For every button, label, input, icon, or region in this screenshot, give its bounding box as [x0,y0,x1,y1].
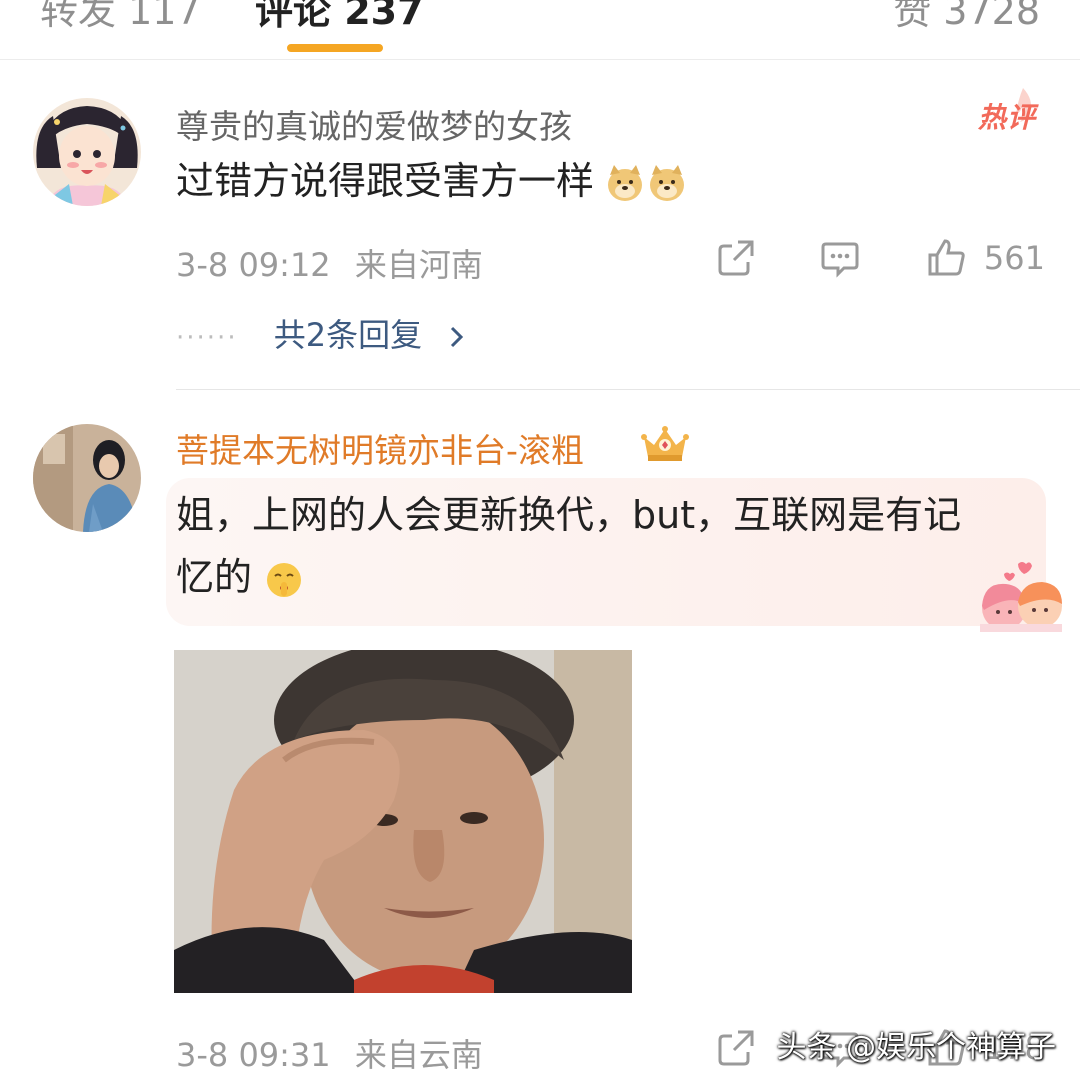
comment-icon [821,242,859,278]
comment-location: 来自云南 [354,1036,483,1074]
comment-image[interactable] [174,650,632,993]
crown-badge-icon [641,426,689,461]
comment-page: 转发 117 评论 237 赞 3728 尊贵的真诚的爱做梦的女孩 热评 过错方… [0,0,1080,1077]
tab-like[interactable]: 赞 3728 [893,0,1040,35]
avatar[interactable] [33,424,141,532]
share-button[interactable] [716,1028,756,1068]
reply-button[interactable] [820,238,860,278]
share-button[interactable] [716,238,756,278]
comment-text: 姐，上网的人会更新换代，but，互联网是有记 忆的 [176,484,1036,608]
view-replies-link[interactable]: ······ 共2条回复 [176,310,466,356]
comment-meta: 3-8 09:31 来自云南 [176,1030,483,1076]
meme-photo [174,650,632,993]
hot-comment-badge: 热评 [977,101,1036,134]
comment-text: 过错方说得跟受害方一样 [176,150,686,212]
avatar[interactable] [33,98,141,206]
tab-repost[interactable]: 转发 117 [40,0,201,35]
comment-actions: 561 [716,238,1045,278]
couple-sticker [980,562,1062,632]
comment-text-line: 姐，上网的人会更新换代，but，互联网是有记 [176,493,962,537]
active-tab-indicator [287,44,383,52]
doge-emoji-icon [608,164,685,201]
comment-text-line-2: 忆的 [176,546,1036,608]
comment-time: 3-8 09:31 [176,1036,331,1074]
like-count: 561 [983,239,1045,277]
like-icon [928,239,965,276]
replies-count: 共2条回复 [273,316,423,354]
chevron-right-icon [451,326,464,348]
comment-text-content: 过错方说得跟受害方一样 [176,159,595,203]
dots-separator: ······ [176,323,238,353]
comment-text-content: 忆的 [176,555,253,599]
comment-username[interactable]: 尊贵的真诚的爱做梦的女孩 [176,100,572,148]
shush-emoji-icon [267,562,302,597]
share-icon [718,1030,754,1066]
tab-bar: 转发 117 评论 237 赞 3728 [0,0,1080,60]
like-button[interactable]: 561 [926,238,1045,278]
comment-meta: 3-8 09:12 来自河南 [176,240,483,286]
share-icon [718,240,754,276]
comment-username[interactable]: 菩提本无树明镜亦非台-滚粗 [176,424,584,472]
comment-time: 3-8 09:12 [176,246,331,284]
divider [176,389,1080,390]
watermark: 头条 @娱乐个神算子 [776,1030,1056,1065]
comment-location: 来自河南 [354,246,483,284]
